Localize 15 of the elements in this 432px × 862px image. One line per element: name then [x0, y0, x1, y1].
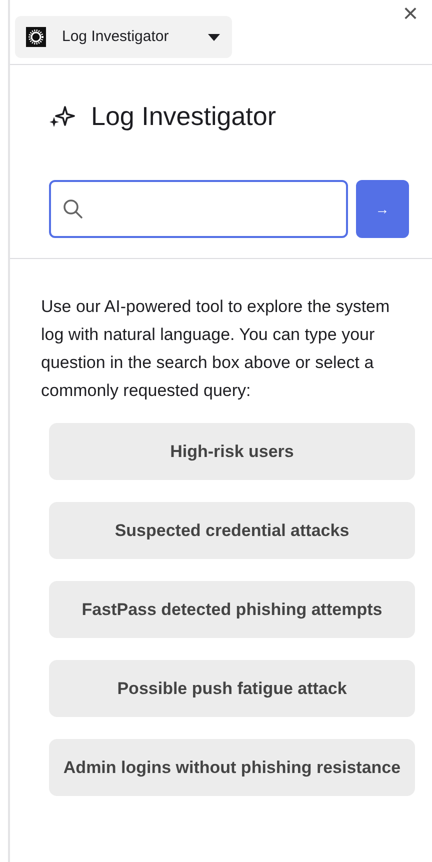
query-button[interactable]: FastPass detected phishing attempts — [49, 581, 415, 638]
sparkle-icon — [49, 104, 75, 129]
query-button[interactable]: Possible push fatigue attack — [49, 660, 415, 718]
submit-button[interactable]: → — [356, 180, 409, 238]
query-button[interactable]: Suspected credential attacks — [49, 502, 415, 560]
close-button[interactable]: × — [398, 0, 422, 26]
caret-icon — [208, 34, 220, 40]
panel-title: Log Investigator — [91, 101, 276, 132]
description-text: Use our AI-powered tool to explore the system log with natural language. You can type your question in the search box above or select a commonly requested query: — [41, 296, 391, 402]
app-switcher[interactable]: Log Investigator — [15, 16, 232, 58]
logo-icon — [26, 27, 46, 47]
query-button[interactable]: High-risk users — [49, 423, 415, 480]
search-icon — [63, 199, 83, 220]
query-button[interactable]: Admin logins without phishing resistance — [49, 739, 415, 796]
search-field[interactable] — [49, 180, 348, 238]
